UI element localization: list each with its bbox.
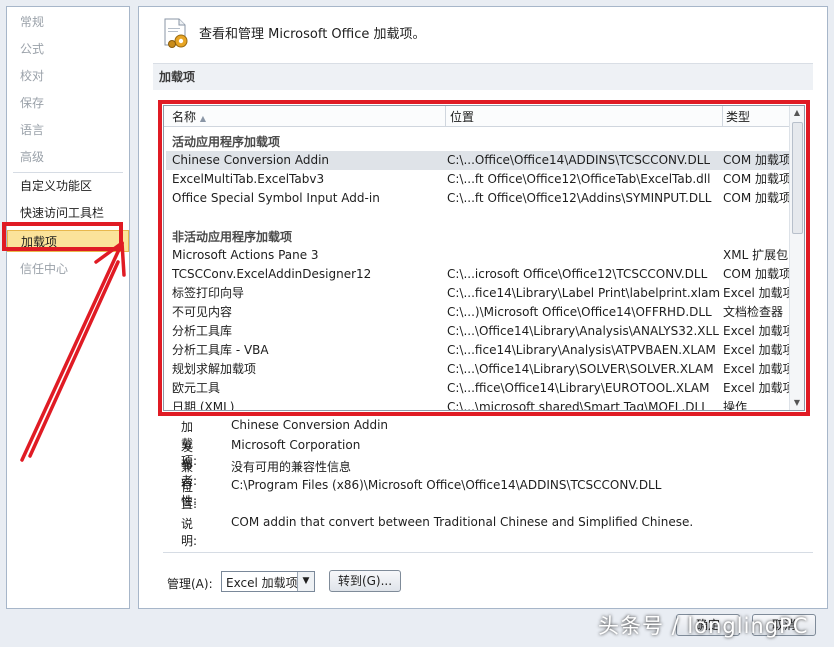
watermark: 头条号 / longlingPC [598, 614, 809, 638]
annotation-arrow-icon [20, 241, 126, 462]
